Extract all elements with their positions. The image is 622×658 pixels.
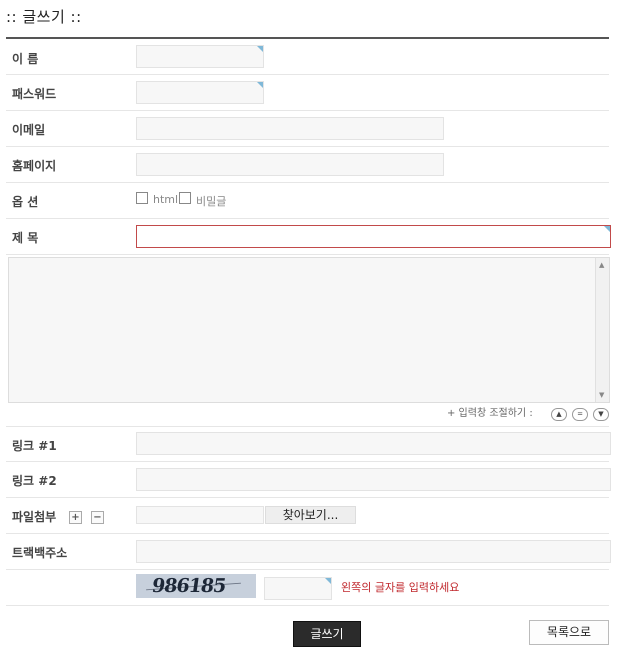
link2-field[interactable] [136, 468, 611, 491]
captcha-input[interactable] [264, 577, 332, 600]
browse-button[interactable]: 찾아보기... [265, 506, 356, 524]
link2-label: 링크 #2 [12, 474, 57, 488]
html-checkbox[interactable] [136, 192, 148, 204]
secret-option-label: 비밀글 [196, 195, 227, 208]
homepage-field[interactable] [136, 153, 444, 176]
scroll-up-icon[interactable]: ▲ [599, 261, 604, 269]
captcha-image: 986185 [136, 574, 256, 598]
attach-label: 파일첨부 [12, 510, 57, 524]
resize-down-icon[interactable]: ▼ [593, 408, 609, 421]
homepage-label: 홈페이지 [12, 159, 57, 173]
name-field[interactable] [136, 45, 264, 68]
password-field[interactable] [136, 81, 264, 104]
scroll-down-icon[interactable]: ▼ [599, 391, 604, 399]
html-option-label: html [153, 193, 179, 206]
email-field[interactable] [136, 117, 444, 140]
textarea-scrollbar[interactable]: ▲ ▼ [595, 258, 609, 402]
resize-up-icon[interactable]: ▲ [551, 408, 567, 421]
name-row: 이 름 [6, 39, 609, 75]
link1-label: 링크 #1 [12, 439, 57, 453]
password-row: 패스워드 [6, 75, 609, 111]
submit-button[interactable]: 글쓰기 [293, 621, 361, 647]
email-label: 이메일 [12, 123, 46, 137]
resize-reset-icon[interactable]: = [572, 408, 588, 421]
list-button[interactable]: 목록으로 [529, 620, 609, 645]
subject-field[interactable] [136, 225, 611, 248]
page-title: :: 글쓰기 :: [6, 8, 82, 26]
captcha-text: 986185 [150, 575, 227, 597]
password-label: 패스워드 [12, 87, 57, 101]
trackback-field[interactable] [136, 540, 611, 563]
captcha-hint: 왼쪽의 글자를 입력하세요 [341, 581, 460, 594]
file-path-field[interactable] [136, 506, 264, 524]
content-textarea[interactable]: ▲ ▼ [8, 257, 610, 403]
trackback-label: 트랙백주소 [12, 546, 68, 560]
add-file-icon[interactable]: + [69, 511, 82, 524]
subject-label: 제 목 [12, 231, 39, 245]
resize-label: + 입력창 조절하기 : [447, 408, 533, 419]
options-label: 옵 션 [12, 195, 39, 209]
secret-checkbox[interactable] [179, 192, 191, 204]
options-row: 옵 션 [6, 183, 609, 219]
link1-field[interactable] [136, 432, 611, 455]
remove-file-icon[interactable]: − [91, 511, 104, 524]
name-label: 이 름 [12, 52, 39, 66]
